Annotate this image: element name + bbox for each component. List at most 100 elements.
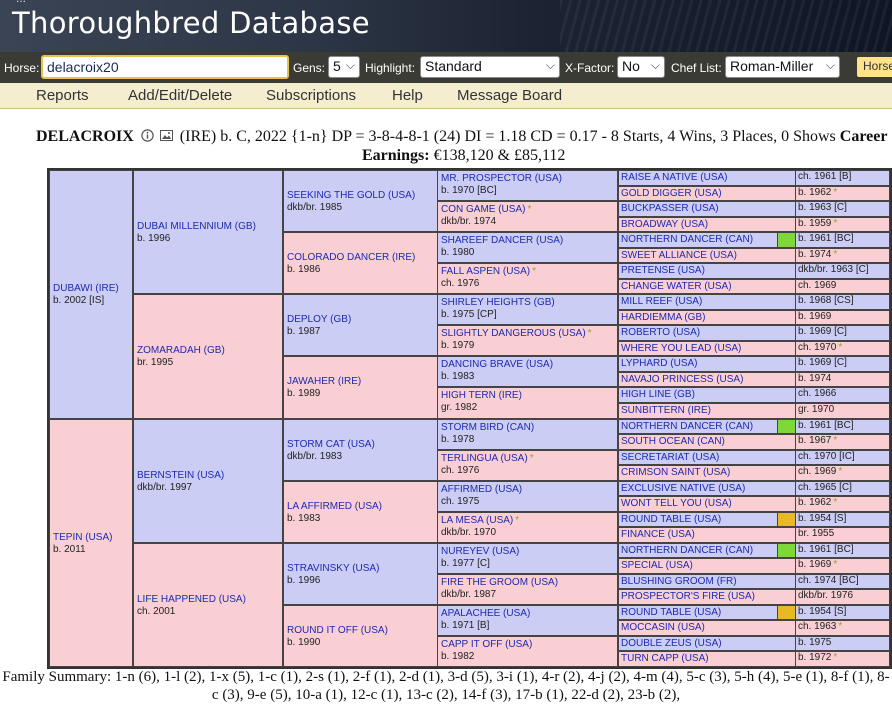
ancestor-name[interactable]: CHANGE WATER (USA) (621, 281, 732, 293)
xfactor-select[interactable]: No ⌵ (617, 56, 665, 78)
info-icon[interactable] (141, 129, 154, 142)
ancestor-name[interactable]: SECRETARIAT (USA) (621, 452, 719, 464)
highlight-select[interactable]: Standard ⌵ (420, 56, 560, 78)
pedigree-cell-gen4: CON GAME (USA) * dkb/br. 1974 (437, 201, 618, 233)
ancestor-name[interactable]: BROADWAY (USA) (621, 219, 708, 231)
ancestor-name[interactable]: LA MESA (USA) * (441, 515, 519, 527)
ancestor-info: b. 1990 (287, 636, 321, 648)
pedigree-cell-gen5: NORTHERN DANCER (CAN) b. 1961 [BC] (618, 232, 890, 248)
ancestor-name[interactable]: HIGH LINE (GB) (621, 389, 695, 401)
ancestor-name[interactable]: ROUND IT OFF (USA) (287, 625, 388, 637)
highlight-marker (777, 233, 795, 247)
ancestor-name[interactable]: LA AFFIRMED (USA) (287, 501, 382, 513)
menu-message-board[interactable]: Message Board (457, 87, 562, 104)
menu-help[interactable]: Help (392, 87, 423, 104)
ancestor-name[interactable]: BLUSHING GROOM (FR) (621, 576, 737, 588)
ancestor-name[interactable]: COLORADO DANCER (IRE) (287, 252, 415, 264)
ancestor-name[interactable]: ROUND TABLE (USA) (621, 514, 721, 526)
ancestor-name[interactable]: SHAREEF DANCER (USA) (441, 235, 563, 247)
inbreeding-star: * (833, 217, 838, 229)
ancestor-name[interactable]: PRETENSE (USA) (621, 265, 705, 277)
ancestor-name[interactable]: ROBERTO (USA) (621, 327, 700, 339)
ancestor-name[interactable]: HARDIEMMA (GB) (621, 312, 705, 324)
menu-add-edit-delete[interactable]: Add/Edit/Delete (128, 87, 232, 104)
ancestor-name[interactable]: STORM CAT (USA) (287, 439, 375, 451)
ancestor-info: br. 1955 (798, 528, 835, 540)
ancestor-info: dkb/br. 1970 (441, 526, 497, 538)
ancestor-name[interactable]: STRAVINSKY (USA) (287, 563, 379, 575)
ancestor-block: DANCING BRAVE (USA) b. 1983 (441, 359, 553, 383)
ancestor-name[interactable]: SOUTH OCEAN (CAN) (621, 436, 725, 448)
pedigree-cell-gen3: STORM CAT (USA) dkb/br. 1983 (283, 418, 439, 481)
menu-subscriptions[interactable]: Subscriptions (266, 87, 356, 104)
ancestor-name[interactable]: JAWAHER (IRE) (287, 376, 361, 388)
ancestor-name[interactable]: STORM BIRD (CAN) (441, 422, 534, 434)
ancestor-info: b. 1996 (137, 233, 171, 245)
gens-select[interactable]: 5 ⌵ (328, 56, 360, 78)
inbreeding-star: * (838, 466, 843, 478)
chef-list-select[interactable]: Roman-Miller ⌵ (725, 56, 840, 78)
pedigree-cell-gen5: HIGH LINE (GB) ch. 1966 (618, 387, 890, 403)
ancestor-name[interactable]: SUNBITTERN (IRE) (621, 405, 711, 417)
ancestor-name[interactable]: NORTHERN DANCER (CAN) (621, 234, 753, 246)
ancestor-name[interactable]: APALACHEE (USA) (441, 608, 530, 620)
ancestor-name[interactable]: SHIRLEY HEIGHTS (GB) (441, 297, 555, 309)
ancestor-info: ch. 1970 [IC] (798, 450, 855, 462)
ancestor-name[interactable]: HIGH TERN (IRE) (441, 390, 522, 402)
ancestor-name[interactable]: LYPHARD (USA) (621, 358, 698, 370)
ancestor-name[interactable]: NUREYEV (USA) (441, 546, 519, 558)
ancestor-name[interactable]: PROSPECTOR'S FIRE (USA) (621, 591, 755, 603)
inbreeding-star: * (527, 204, 532, 216)
ancestor-name[interactable]: CRIMSON SAINT (USA) (621, 467, 730, 479)
ancestor-name[interactable]: FALL ASPEN (USA) * (441, 266, 536, 278)
ancestor-name[interactable]: NAVAJO PRINCESS (USA) (621, 374, 743, 386)
ancestor-name[interactable]: WHERE YOU LEAD (USA) (621, 343, 741, 355)
ancestor-name[interactable]: TURN CAPP (USA) (621, 653, 709, 665)
ancestor-name[interactable]: AFFIRMED (USA) (441, 484, 522, 496)
ancestor-name[interactable]: CON GAME (USA) * (441, 204, 531, 216)
ancestor-info-cell: ch. 1966 (795, 388, 889, 402)
ancestor-name[interactable]: FINANCE (USA) (621, 529, 695, 541)
ancestor-name[interactable]: BUCKPASSER (USA) (621, 203, 719, 215)
ancestor-name[interactable]: DUBAI MILLENNIUM (GB) (137, 221, 256, 233)
ancestor-info: b. 1969 * (798, 559, 838, 571)
ancestor-name[interactable]: TERLINGUA (USA) * (441, 453, 534, 465)
ancestor-name[interactable]: ZOMARADAH (GB) (137, 345, 225, 357)
ancestor-name[interactable]: FIRE THE GROOM (USA) (441, 577, 558, 589)
ancestor-name[interactable]: MOCCASIN (USA) (621, 622, 705, 634)
ancestor-name[interactable]: WONT TELL YOU (USA) (621, 498, 732, 510)
ancestor-name[interactable]: SPECIAL (USA) (621, 560, 693, 572)
ancestor-name[interactable]: SEEKING THE GOLD (USA) (287, 190, 415, 202)
ancestor-name[interactable]: MR. PROSPECTOR (USA) (441, 173, 562, 185)
ancestor-block: STORM BIRD (CAN) b. 1978 (441, 422, 534, 446)
ancestor-name[interactable]: GOLD DIGGER (USA) (621, 188, 722, 200)
ancestor-name[interactable]: DUBAWI (IRE) (53, 283, 119, 295)
site-title[interactable]: Thoroughbred Database (12, 6, 370, 40)
ancestor-block: ROUND IT OFF (USA) b. 1990 (287, 625, 388, 649)
horse-search-input[interactable]: delacroix20 (41, 55, 289, 79)
gens-value: 5 (333, 58, 341, 74)
highlight-marker (777, 419, 795, 434)
ancestor-name[interactable]: ROUND TABLE (USA) (621, 607, 721, 619)
ancestor-name[interactable]: DANCING BRAVE (USA) (441, 359, 553, 371)
ancestor-name[interactable]: CAPP IT OFF (USA) (441, 639, 532, 651)
ancestor-name[interactable]: SWEET ALLIANCE (USA) (621, 250, 737, 262)
ancestor-name[interactable]: EXCLUSIVE NATIVE (USA) (621, 483, 745, 495)
ancestor-name[interactable]: SLIGHTLY DANGEROUS (USA) * (441, 328, 592, 340)
ancestor-name[interactable]: NORTHERN DANCER (CAN) (621, 421, 753, 433)
menu-reports[interactable]: Reports (36, 87, 89, 104)
ancestor-name[interactable]: BERNSTEIN (USA) (137, 470, 224, 482)
ancestor-block: BERNSTEIN (USA) dkb/br. 1997 (137, 470, 224, 494)
ancestor-info-cell: ch. 1970 * (795, 341, 889, 356)
ancestor-name[interactable]: MILL REEF (USA) (621, 296, 702, 308)
ancestor-name[interactable]: LIFE HAPPENED (USA) (137, 594, 246, 606)
ancestor-name[interactable]: RAISE A NATIVE (USA) (621, 172, 728, 184)
horse-name: DELACROIX (36, 128, 134, 145)
ancestor-name[interactable]: DOUBLE ZEUS (USA) (621, 638, 722, 650)
image-icon[interactable] (159, 129, 173, 142)
horse-button[interactable]: Horse (857, 57, 892, 77)
ancestor-name[interactable]: NORTHERN DANCER (CAN) (621, 545, 753, 557)
ancestor-name[interactable]: TEPIN (USA) (53, 532, 112, 544)
ancestor-info: b. 1974 (798, 372, 832, 384)
ancestor-name[interactable]: DEPLOY (GB) (287, 314, 351, 326)
